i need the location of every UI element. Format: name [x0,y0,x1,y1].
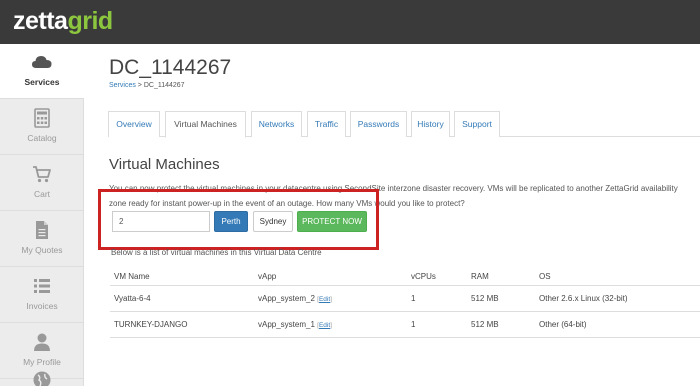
column-header-vm-name: VM Name [114,272,150,281]
vapp-cell: vApp_system_1 [Edit] [258,320,332,329]
sydney-button[interactable]: Sydney [253,211,293,232]
list-icon [34,279,50,293]
divider [0,322,84,323]
tab-history[interactable]: History [411,111,450,137]
protect-now-button[interactable]: PROTECT NOW [297,211,367,232]
vm-name-cell: TURNKEY-DJANGO [114,320,188,329]
document-icon [36,221,48,239]
sidebar-item-label: My Profile [23,357,61,367]
tab-networks[interactable]: Networks [251,111,302,137]
logo-text-grid: grid [67,7,113,35]
edit-vapp-link[interactable]: Edit [319,296,330,303]
vcpus-cell: 1 [411,320,416,329]
breadcrumb-services-link[interactable]: Services [109,82,136,89]
vm-count-input[interactable] [112,211,210,232]
ram-cell: 512 MB [471,320,499,329]
tab-traffic[interactable]: Traffic [307,111,346,137]
sidebar-item-invoices[interactable]: Invoices [0,268,84,322]
vapp-cell: vApp_system_2 [Edit] [258,294,332,303]
breadcrumb-current: DC_1144267 [143,82,185,89]
page-title: DC_1144267 [109,56,232,79]
divider [0,266,84,267]
calculator-icon [34,108,50,128]
sidebar-item-label: Cart [33,189,51,199]
sidebar-item-my-quotes[interactable]: My Quotes [0,212,84,266]
tab-bar: Overview Virtual Machines Networks Traff… [108,111,700,138]
cart-icon [33,166,51,183]
edit-bracket: ] [330,322,332,329]
section-title: Virtual Machines [109,156,220,173]
sidebar-item-label: Invoices [26,301,58,311]
sidebar: Services Catalog Cart My Quotes Invoices… [0,44,84,386]
column-header-vapp: vApp [258,272,277,281]
tab-virtual-machines[interactable]: Virtual Machines [165,111,246,138]
protect-info-text: You can now protect the virtual machines… [109,184,678,208]
tab-overview[interactable]: Overview [108,111,160,137]
sidebar-item-label: Services [24,77,60,87]
breadcrumb: Services > DC_1144267 [109,82,185,89]
tab-support[interactable]: Support [454,111,500,137]
user-icon [34,333,50,351]
tab-passwords[interactable]: Passwords [350,111,407,137]
logo-text-zetta: zetta [13,7,68,35]
breadcrumb-separator: > [137,82,142,89]
vapp-name: vApp_system_2 [258,294,315,303]
sidebar-item-globe[interactable] [0,370,84,386]
divider [110,311,700,312]
cloud-icon [32,56,52,68]
divider [0,154,84,155]
vm-list-intro: Below is a list of virtual machines in t… [111,248,322,257]
edit-vapp-link[interactable]: Edit [319,322,330,329]
column-header-vcpus: vCPUs [411,272,436,281]
os-cell: Other (64-bit) [539,320,587,329]
column-header-os: OS [539,272,551,281]
divider [0,98,84,99]
sidebar-item-services[interactable]: Services [0,44,84,98]
divider [110,337,700,338]
sidebar-item-cart[interactable]: Cart [0,156,84,210]
vapp-name: vApp_system_1 [258,320,315,329]
sidebar-item-catalog[interactable]: Catalog [0,100,84,154]
divider [0,210,84,211]
vm-name-cell: Vyatta-6-4 [114,294,151,303]
divider [110,285,700,286]
column-header-ram: RAM [471,272,489,281]
vcpus-cell: 1 [411,294,416,303]
globe-icon [33,371,51,386]
os-cell: Other 2.6.x Linux (32-bit) [539,294,628,303]
top-bar: zettagrid [0,0,700,44]
sidebar-item-label: Catalog [27,133,57,143]
perth-button[interactable]: Perth [214,211,248,232]
sidebar-item-label: My Quotes [21,245,63,255]
zettagrid-logo[interactable]: zettagrid [13,7,113,35]
ram-cell: 512 MB [471,294,499,303]
edit-bracket: ] [330,296,332,303]
